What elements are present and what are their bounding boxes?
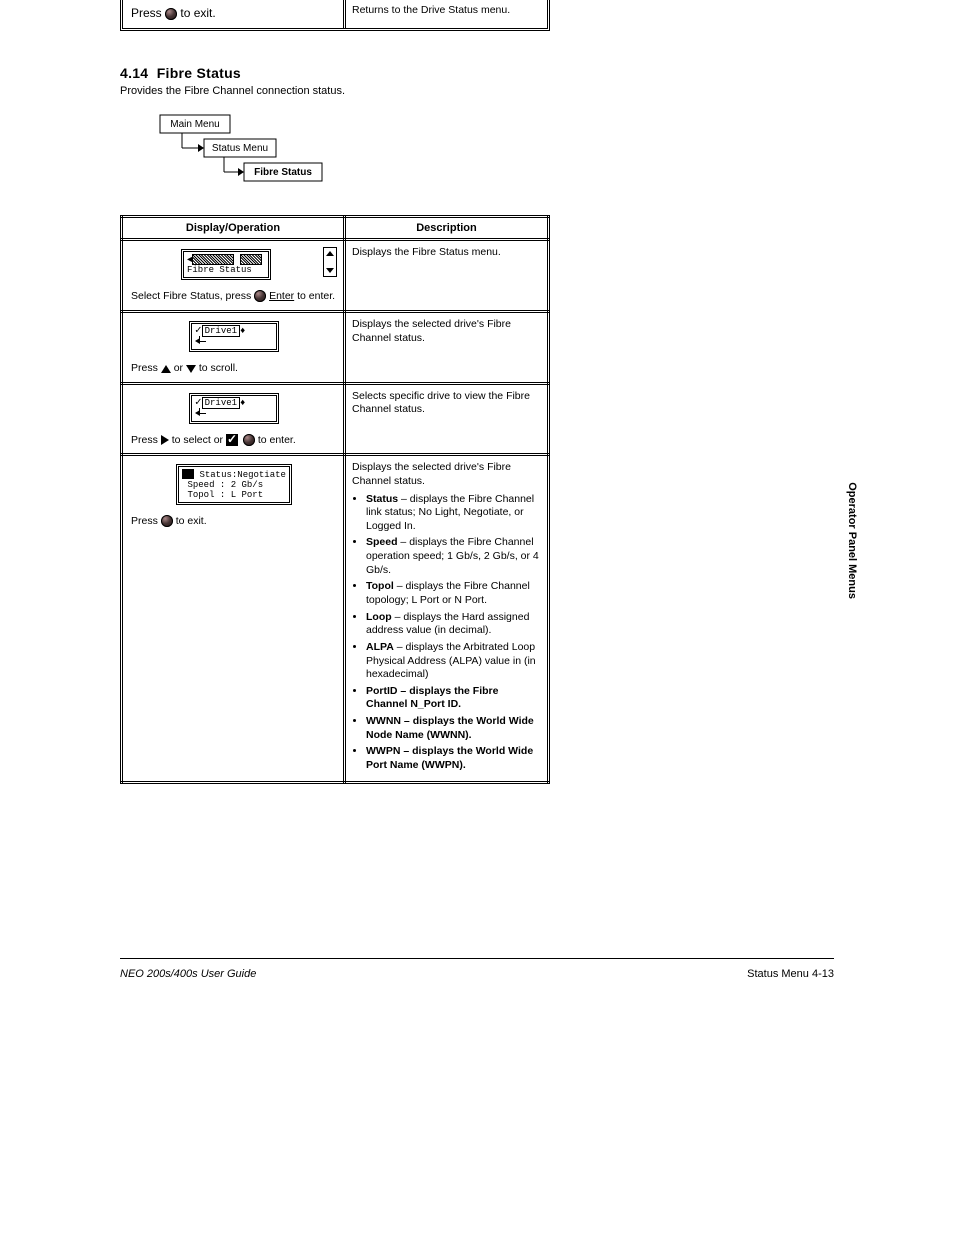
field-label: ALPA [366,641,394,653]
check-icon: ✓ [195,326,202,336]
list-item: WWPN – displays the World Wide Port Name… [366,745,541,772]
op-prefix: Press [131,515,161,527]
return-arrow-icon [182,469,194,479]
return-arrow-icon [195,408,207,418]
footer-right: Status Menu 4-13 [747,968,834,980]
op-prefix: Select Fibre Status, press [131,290,254,302]
op-prefix: Press [131,434,161,446]
section-subtext: Provides the Fibre Channel connection st… [120,85,550,97]
breadcrumb: Main Menu Status Menu Fibre Status // pa… [142,113,550,203]
breadcrumb-main: Main Menu [170,119,219,130]
footer-rule [120,958,834,959]
field-label: Topol [366,580,394,592]
lcd-line: Topol : L Port [187,490,263,500]
down-arrow-icon [186,365,196,373]
side-tab: Operator Panel Menus [845,476,859,605]
op-prefix: Press [131,362,161,374]
check-icon: ✓ [195,398,202,408]
list-item: Loop – displays the Hard assigned addres… [366,611,541,638]
up-arrow-icon [161,365,171,373]
section-title: Fibre Status [157,65,241,81]
field-label: WWPN [366,745,400,757]
list-item: Speed – displays the Fibre Channel opera… [366,536,541,577]
field-label: PortID [366,685,398,697]
escape-button-icon [161,515,173,527]
lcd-line: Drive1 [202,397,240,409]
description: Displays the selected drive's Fibre Chan… [352,318,511,344]
prev-page-last-row: Press to exit. Returns to the Drive Stat… [120,0,550,31]
lcd-line: Speed : 2 Gb/s [187,480,263,490]
list-item: Topol – displays the Fibre Channel topol… [366,580,541,607]
field-label: Speed [366,536,398,548]
lcd-line: Fibre Status [187,265,252,275]
lcd-line: Drive1 [202,325,240,337]
enter-button-icon [254,290,266,302]
lcd-line: Status:Negotiate [199,470,285,480]
section-number: 4.14 [120,65,148,81]
section-heading: 4.14 Fibre Status [120,65,550,81]
op-mid: to select or [172,434,226,446]
enter-button-icon [243,434,255,446]
op-suffix: to exit. [176,515,207,527]
table-row: ✓Drive1♦ Press or to scroll. [122,311,549,383]
toprow-left-suffix: to exit. [180,6,215,20]
toprow-right: Returns to the Drive Status menu. [352,4,510,16]
table-row: ✓Drive1♦ Press to select or to enter. [122,383,549,455]
op-suffix: to scroll. [199,362,238,374]
escape-button-icon [165,8,177,20]
list-item: WWNN – displays the World Wide Node Name… [366,715,541,742]
breadcrumb-status: Status Menu [212,143,268,154]
description: Displays the Fibre Status menu. [352,246,501,258]
list-item: ALPA – displays the Arbitrated Loop Phys… [366,641,541,682]
scroll-icon [323,247,337,277]
col-header-right: Description [345,217,549,240]
check-icon [226,434,238,446]
op-suffix: to enter. [297,290,335,302]
toprow-left-prefix: Press [131,6,165,20]
col-header-left: Display/Operation [122,217,345,240]
table-row: ◄ Fibre Status Select Fibre Status, pres… [122,240,549,312]
footer-left: NEO 200s/400s User Guide [120,968,256,980]
list-item: PortID – displays the Fibre Channel N_Po… [366,685,541,712]
breadcrumb-fibre: Fibre Status [254,167,312,178]
status-fields-list: Status – displays the Fibre Channel link… [352,493,541,773]
op-mid: or [174,362,186,374]
op-suffix: to enter. [258,434,296,446]
field-label: Loop [366,611,392,623]
description-lead: Displays the selected drive's Fibre Chan… [352,461,511,487]
enter-button-label: Enter [269,290,294,302]
procedure-table: Display/Operation Description ◄ Fibre St… [120,215,550,784]
right-arrow-icon [161,435,169,445]
field-label: WWNN [366,715,401,727]
return-arrow-icon [195,336,207,346]
table-row: Status:Negotiate Speed : 2 Gb/s Topol : … [122,455,549,782]
list-item: Status – displays the Fibre Channel link… [366,493,541,534]
description: Selects specific drive to view the Fibre… [352,390,530,416]
field-label: Status [366,493,398,505]
